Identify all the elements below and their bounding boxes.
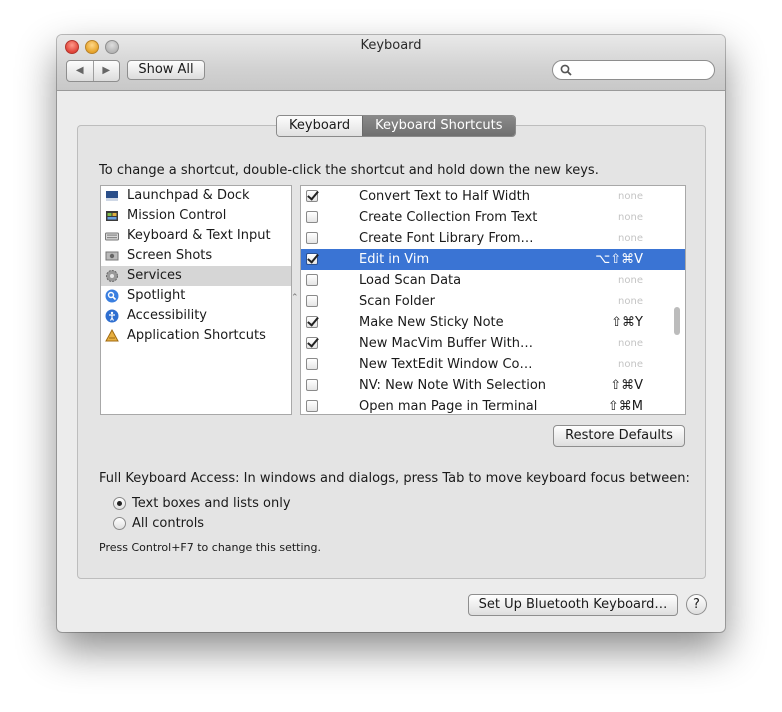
back-forward-control: ◀ ▶ [66, 60, 120, 82]
keyboard-preferences-window: Keyboard ◀ ▶ Show All Keyboard Keyboard … [57, 35, 725, 632]
radio-button[interactable] [113, 497, 126, 510]
shortcut-key[interactable]: ⇧⌘M [608, 396, 643, 414]
category-label: Spotlight [127, 288, 186, 303]
shortcut-key[interactable]: none [618, 186, 643, 207]
shortcut-row[interactable]: NV: New Note With Selection ⇧⌘V [301, 375, 685, 396]
radio-label: Text boxes and lists only [132, 496, 291, 511]
shortcut-key[interactable]: ⌥⇧⌘V [595, 249, 643, 270]
shortcut-checkbox[interactable] [306, 400, 318, 412]
tab-keyboard[interactable]: Keyboard [277, 116, 363, 136]
category-list[interactable]: Launchpad & Dock Mission Control Keyboar… [100, 185, 292, 415]
category-item-keyboard-text-input[interactable]: Keyboard & Text Input [101, 226, 291, 246]
category-label: Launchpad & Dock [127, 188, 250, 203]
category-item-services[interactable]: Services [101, 266, 291, 286]
shortcut-checkbox[interactable] [306, 211, 318, 223]
full-keyboard-access-text: Full Keyboard Access: In windows and dia… [99, 471, 690, 486]
category-label: Screen Shots [127, 248, 213, 263]
restore-defaults-button[interactable]: Restore Defaults [553, 425, 685, 447]
shortcut-row[interactable]: Scan Folder none [301, 291, 685, 312]
shortcut-name: Load Scan Data [359, 273, 462, 288]
shortcut-name: Create Collection From Text [359, 210, 538, 225]
category-label: Mission Control [127, 208, 227, 223]
shortcut-checkbox[interactable] [306, 232, 318, 244]
accessibility-icon [105, 309, 119, 323]
services-gear-icon [106, 270, 118, 282]
shortcut-row[interactable]: New TextEdit Window Co… none [301, 354, 685, 375]
shortcut-checkbox[interactable] [306, 337, 318, 349]
shortcut-checkbox[interactable] [306, 316, 318, 328]
category-item-spotlight[interactable]: Spotlight [101, 286, 291, 306]
shortcut-name: NV: New Note With Selection [359, 378, 547, 393]
shortcut-row[interactable]: Make New Sticky Note ⇧⌘Y [301, 312, 685, 333]
shortcut-row[interactable]: New MacVim Buffer With… none [301, 333, 685, 354]
shortcut-checkbox[interactable] [306, 295, 318, 307]
shortcut-name: Open man Page in Terminal [359, 399, 538, 414]
shortcut-checkbox[interactable] [306, 274, 318, 286]
shortcut-row[interactable]: Convert Text to Half Width none [301, 186, 685, 207]
radio-button[interactable] [113, 517, 126, 530]
mission-control-icon [106, 211, 118, 221]
shortcut-row[interactable]: Create Collection From Text none [301, 207, 685, 228]
shortcut-list[interactable]: Convert Text to Half Width none Create C… [300, 185, 686, 415]
app-shortcuts-icon [105, 329, 119, 342]
category-item-mission-control[interactable]: Mission Control [101, 206, 291, 226]
category-item-screen-shots[interactable]: Screen Shots [101, 246, 291, 266]
shortcut-name: New TextEdit Window Co… [359, 357, 533, 372]
shortcut-key[interactable]: ⇧⌘V [610, 375, 643, 396]
category-label: Services [127, 268, 182, 283]
shortcut-name: New MacVim Buffer With… [359, 336, 533, 351]
tab-keyboard-shortcuts[interactable]: Keyboard Shortcuts [362, 116, 515, 136]
screen-shots-icon [105, 251, 119, 261]
shortcut-name: Scan Folder [359, 294, 435, 309]
shortcut-key[interactable]: none [618, 207, 643, 228]
shortcut-name: Convert Text to Half Width [359, 189, 530, 204]
tab-bar: Keyboard Keyboard Shortcuts [276, 115, 516, 137]
shortcut-row[interactable]: Load Scan Data none [301, 270, 685, 291]
shortcut-row[interactable]: Open man Page in Terminal ⇧⌘M [301, 396, 685, 414]
window-title: Keyboard [360, 38, 422, 53]
shortcut-checkbox[interactable] [306, 253, 318, 265]
shortcut-checkbox[interactable] [306, 190, 318, 202]
shortcut-key[interactable]: none [618, 228, 643, 249]
shortcut-checkbox[interactable] [306, 358, 318, 370]
category-item-launchpad-dock[interactable]: Launchpad & Dock [101, 186, 291, 206]
category-label: Application Shortcuts [127, 328, 266, 343]
shortcut-name: Create Font Library From… [359, 231, 534, 246]
shortcut-key[interactable]: none [618, 291, 643, 312]
shortcut-list-scrollbar[interactable] [674, 307, 680, 335]
category-label: Keyboard & Text Input [127, 228, 271, 243]
help-button[interactable]: ? [686, 594, 707, 615]
shortcut-name: Edit in Vim [359, 252, 430, 267]
instructions-text: To change a shortcut, double-click the s… [99, 163, 599, 178]
category-label: Accessibility [127, 308, 207, 323]
shortcut-key[interactable]: none [618, 333, 643, 354]
shortcut-key[interactable]: none [618, 354, 643, 375]
launchpad-dock-icon [106, 191, 118, 201]
shortcut-row-selected[interactable]: Edit in Vim ⌥⇧⌘V [301, 249, 685, 270]
forward-button[interactable]: ▶ [94, 61, 120, 81]
keyboard-icon [105, 232, 119, 241]
category-item-application-shortcuts[interactable]: Application Shortcuts [101, 326, 291, 346]
shortcut-key[interactable]: ⇧⌘Y [611, 312, 643, 333]
pane-resize-handle[interactable]: ⌃ [291, 293, 299, 303]
shortcut-key[interactable]: none [618, 270, 643, 291]
spotlight-icon [105, 289, 119, 303]
back-button[interactable]: ◀ [67, 61, 94, 81]
control-f7-note: Press Control+F7 to change this setting. [99, 541, 321, 554]
show-all-button[interactable]: Show All [127, 60, 205, 80]
radio-label: All controls [132, 516, 205, 531]
title-bar: Keyboard ◀ ▶ Show All [57, 35, 725, 91]
shortcut-checkbox[interactable] [306, 379, 318, 391]
shortcut-row[interactable]: Create Font Library From… none [301, 228, 685, 249]
shortcut-name: Make New Sticky Note [359, 315, 504, 330]
setup-bluetooth-keyboard-button[interactable]: Set Up Bluetooth Keyboard… [468, 594, 678, 616]
search-input[interactable] [552, 60, 715, 80]
category-item-accessibility[interactable]: Accessibility [101, 306, 291, 326]
search-icon [560, 64, 572, 76]
